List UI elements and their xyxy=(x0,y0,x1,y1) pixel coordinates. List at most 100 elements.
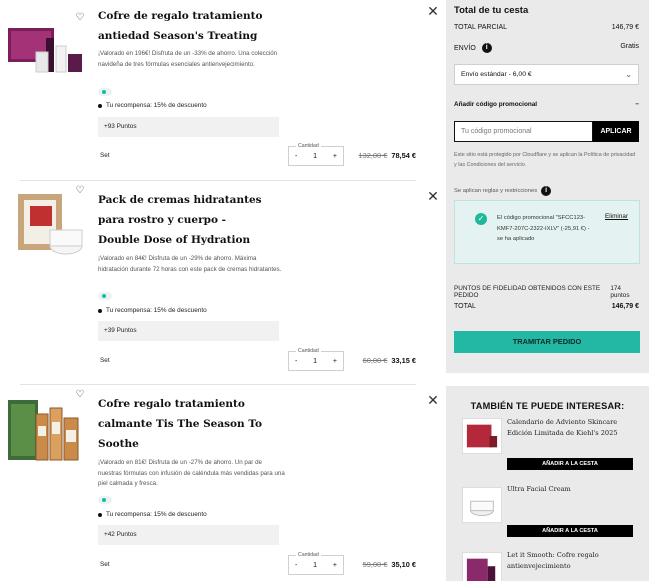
loyalty-value: 174 puntos xyxy=(610,285,630,299)
wishlist-heart-icon[interactable]: ♡ xyxy=(74,389,86,401)
variant-label: Set xyxy=(100,152,110,159)
promo-code-input[interactable]: Tu código promocional xyxy=(454,121,593,142)
reward-text: Tu recompensa: 15% de descuento xyxy=(106,307,207,314)
quantity-label: Cantidad xyxy=(296,143,321,149)
rec-product-name[interactable]: Ultra Facial Cream xyxy=(507,484,637,495)
collapse-icon: − xyxy=(635,101,639,108)
product-thumbnail[interactable] xyxy=(6,396,88,466)
product-description: ¡Valorado en 84€! Disfruta de un -29% de… xyxy=(98,255,282,273)
qty-increase-button[interactable]: + xyxy=(333,562,337,569)
rec-product-thumbnail[interactable] xyxy=(462,487,502,523)
variant-label: Set xyxy=(100,357,110,364)
qty-increase-button[interactable]: + xyxy=(333,358,337,365)
wishlist-heart-icon[interactable]: ♡ xyxy=(74,12,86,24)
cart-items-list: ♡ Cofre de regalo tratamiento antiedad S… xyxy=(0,0,440,581)
remove-item-close-icon[interactable]: ✕ xyxy=(426,4,440,18)
qty-value[interactable]: 1 xyxy=(313,562,317,569)
applied-promo-notice: ✓ El código promocional "SFCC123-KMF7-20… xyxy=(454,200,640,264)
discounted-price: 33,15 € xyxy=(391,356,416,365)
loyalty-points-row: PUNTOS DE FIDELIDAD OBTENIDOS CON ESTE P… xyxy=(454,285,639,299)
promo-code-toggle[interactable]: Añadir código promocional − xyxy=(454,101,639,108)
shipping-label: ENVÍO xyxy=(454,44,476,52)
quantity-stepper: - 1 + xyxy=(288,146,344,166)
points-badge: +42 Puntos xyxy=(98,525,279,545)
product-thumbnail[interactable] xyxy=(6,16,88,86)
legal-notice: Este sitio está protegido por Cloudflare… xyxy=(454,152,636,168)
rules-info-icon[interactable]: i xyxy=(541,186,552,196)
remove-promo-link[interactable]: Eliminar xyxy=(605,213,628,220)
rec-product-name[interactable]: Calendario de Adviento Skincare Edición … xyxy=(507,417,637,439)
qty-decrease-button[interactable]: - xyxy=(295,153,297,160)
price: 59,00 € 35,10 € xyxy=(363,560,416,569)
reward-info: Tu recompensa: 15% de descuento xyxy=(98,307,207,314)
qty-value[interactable]: 1 xyxy=(313,358,317,365)
order-summary-panel: Total de tu cesta TOTAL PARCIAL 146,79 €… xyxy=(446,0,649,373)
original-price: 132,00 € xyxy=(358,151,388,160)
quantity-label: Cantidad xyxy=(296,348,321,354)
price: 132,00 € 78,54 € xyxy=(359,151,416,160)
summary-title: Total de tu cesta xyxy=(454,5,529,16)
product-title[interactable]: Pack de cremas hidratantes para rostro y… xyxy=(98,190,268,250)
product-description: ¡Valorado en 196€! Disfruta de un -33% d… xyxy=(98,50,278,68)
quantity-stepper: - 1 + xyxy=(288,351,344,371)
shipping-method-select[interactable]: Envío estándar - 6,00 € ⌄ xyxy=(454,64,639,85)
checkout-button[interactable]: TRAMITAR PEDIDO xyxy=(454,331,640,353)
shipping-value: Gratis xyxy=(620,43,639,50)
apply-promo-button[interactable]: APLICAR xyxy=(593,121,639,142)
variant-label: Set xyxy=(100,561,110,568)
bullet-icon xyxy=(98,512,102,517)
shipping-method-value: Envío estándar - 6,00 € xyxy=(461,71,532,78)
divider xyxy=(20,180,416,181)
quantity-label: Cantidad xyxy=(296,552,321,558)
shipping-info-icon[interactable]: i xyxy=(481,43,492,53)
qty-value[interactable]: 1 xyxy=(313,153,317,160)
qty-decrease-button[interactable]: - xyxy=(295,358,297,365)
rec-product-name[interactable]: Let it Smooth: Cofre regalo antienvejeci… xyxy=(507,550,637,572)
discounted-price: 78,54 € xyxy=(391,151,416,160)
add-to-cart-button[interactable]: AÑADIR A LA CESTA xyxy=(507,458,633,470)
divider xyxy=(20,384,416,385)
add-to-cart-button[interactable]: AÑADIR A LA CESTA xyxy=(507,525,633,537)
product-title[interactable]: Cofre regalo tratamiento calmante Tis Th… xyxy=(98,394,268,454)
original-price: 59,00 € xyxy=(362,560,388,569)
price: 60,00 € 33,15 € xyxy=(363,356,416,365)
reward-toggle[interactable] xyxy=(98,88,112,96)
promo-heading: Añadir código promocional xyxy=(454,101,538,108)
qty-decrease-button[interactable]: - xyxy=(295,562,297,569)
quantity-stepper: - 1 + xyxy=(288,555,344,575)
shipping-label-wrap: ENVÍO i xyxy=(454,43,492,53)
remove-item-close-icon[interactable]: ✕ xyxy=(426,393,440,407)
product-description: ¡Valorado en 81€! Disfruta de un -27% de… xyxy=(98,459,285,487)
subtotal-value: 146,79 € xyxy=(611,24,639,31)
recommendations-panel: TAMBIÉN TE PUEDE INTERESAR: Calendario d… xyxy=(446,386,649,581)
loyalty-label: PUNTOS DE FIDELIDAD OBTENIDOS CON ESTE P… xyxy=(454,285,601,299)
check-icon: ✓ xyxy=(475,213,487,225)
points-badge: +39 Puntos xyxy=(98,321,279,341)
shipping-row: ENVÍO i Gratis xyxy=(454,43,639,53)
rules-text: Se aplican reglas y restricciones xyxy=(454,188,538,194)
remove-item-close-icon[interactable]: ✕ xyxy=(426,189,440,203)
wishlist-heart-icon[interactable]: ♡ xyxy=(74,185,86,197)
total-value: 146,79 € xyxy=(611,303,639,310)
recommendations-title: TAMBIÉN TE PUEDE INTERESAR: xyxy=(470,401,625,411)
qty-increase-button[interactable]: + xyxy=(333,153,337,160)
reward-toggle[interactable] xyxy=(98,292,112,300)
total-row: TOTAL 146,79 € xyxy=(454,303,639,310)
rec-product-thumbnail[interactable] xyxy=(462,552,502,581)
total-label: TOTAL xyxy=(454,303,476,310)
product-thumbnail[interactable] xyxy=(6,190,88,260)
reward-info: Tu recompensa: 15% de descuento xyxy=(98,511,207,518)
reward-text: Tu recompensa: 15% de descuento xyxy=(106,511,207,518)
rec-product-thumbnail[interactable] xyxy=(462,418,502,454)
applied-promo-text: El código promocional "SFCC123-KMF7-207C… xyxy=(497,215,590,242)
reward-toggle[interactable] xyxy=(98,496,112,504)
discounted-price: 35,10 € xyxy=(391,560,416,569)
subtotal-label: TOTAL PARCIAL xyxy=(454,24,508,31)
bullet-icon xyxy=(98,103,102,108)
original-price: 60,00 € xyxy=(362,356,388,365)
subtotal-row: TOTAL PARCIAL 146,79 € xyxy=(454,24,639,31)
bullet-icon xyxy=(98,308,102,313)
points-badge: +93 Puntos xyxy=(98,117,279,137)
product-title[interactable]: Cofre de regalo tratamiento antiedad Sea… xyxy=(98,6,268,46)
reward-text: Tu recompensa: 15% de descuento xyxy=(106,102,207,109)
